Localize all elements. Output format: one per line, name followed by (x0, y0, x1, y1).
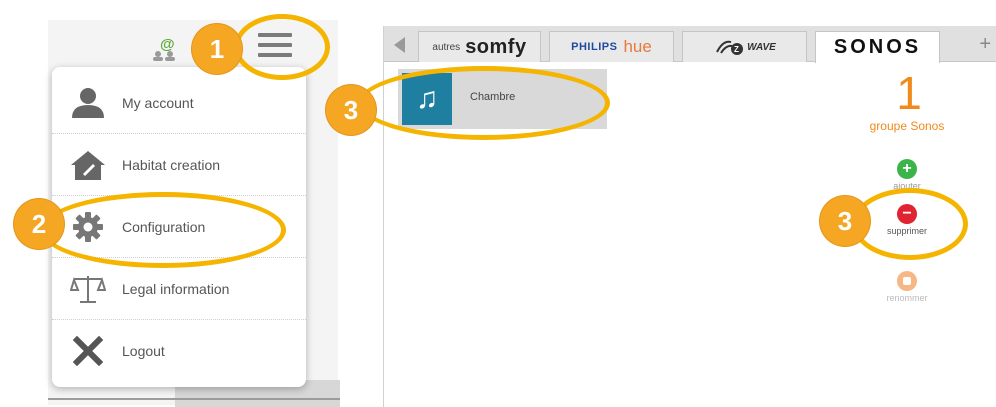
step-badge-3-delete: 3 (820, 196, 870, 246)
menu-item-label: My account (122, 94, 194, 111)
menu-item-label: Legal information (122, 280, 230, 297)
footer-divider (48, 398, 340, 400)
step-badge-2: 2 (14, 199, 64, 249)
screenshot-composite: @ My account Habitat creation Configurat… (0, 0, 996, 407)
users-icon[interactable] (150, 51, 180, 61)
menu-item-habitat-creation[interactable]: Habitat creation (52, 134, 306, 196)
scroll-left-icon[interactable] (394, 37, 405, 53)
house-icon (66, 147, 110, 183)
tab-philips-hue[interactable]: PHILIPS hue (549, 31, 674, 62)
highlight-ring-room (358, 66, 610, 140)
highlight-ring-configuration (40, 192, 286, 268)
group-count-label: groupe Sonos (869, 119, 945, 133)
close-icon (66, 333, 110, 369)
menu-item-logout[interactable]: Logout (52, 320, 306, 382)
add-tab-button[interactable]: + (979, 33, 991, 56)
highlight-ring-hamburger (234, 14, 330, 80)
step-badge-1: 1 (192, 24, 242, 74)
group-count: 1 (896, 67, 922, 119)
rename-label: renommer (886, 293, 928, 303)
somfy-logo: somfy (465, 35, 527, 58)
menu-item-my-account[interactable]: My account (52, 72, 306, 134)
menu-item-label: Habitat creation (122, 156, 221, 173)
tab-somfy-prefix: autres (432, 41, 461, 53)
brand-tab-bar: autres somfy PHILIPS hue Z WAVE SONOS + (384, 26, 996, 63)
tab-zwave[interactable]: Z WAVE (682, 31, 807, 62)
tab-sonos[interactable]: SONOS (815, 31, 940, 63)
sonos-logo: SONOS (833, 36, 922, 58)
plus-icon: + (897, 159, 917, 179)
rename-icon (897, 271, 917, 291)
svg-text:Z: Z (734, 45, 739, 54)
zwave-icon: Z (716, 40, 744, 55)
menu-item-label: Logout (122, 343, 165, 359)
hue-logo: hue (623, 37, 652, 56)
step-badge-3-room: 3 (326, 85, 376, 135)
add-button[interactable]: + ajouter (872, 159, 942, 191)
user-icon (66, 85, 110, 121)
zwave-logo: WAVE (747, 41, 776, 53)
rename-button[interactable]: renommer (872, 271, 942, 303)
tab-somfy[interactable]: autres somfy (418, 31, 541, 62)
philips-logo: PHILIPS (571, 41, 618, 53)
scales-icon (66, 271, 110, 307)
